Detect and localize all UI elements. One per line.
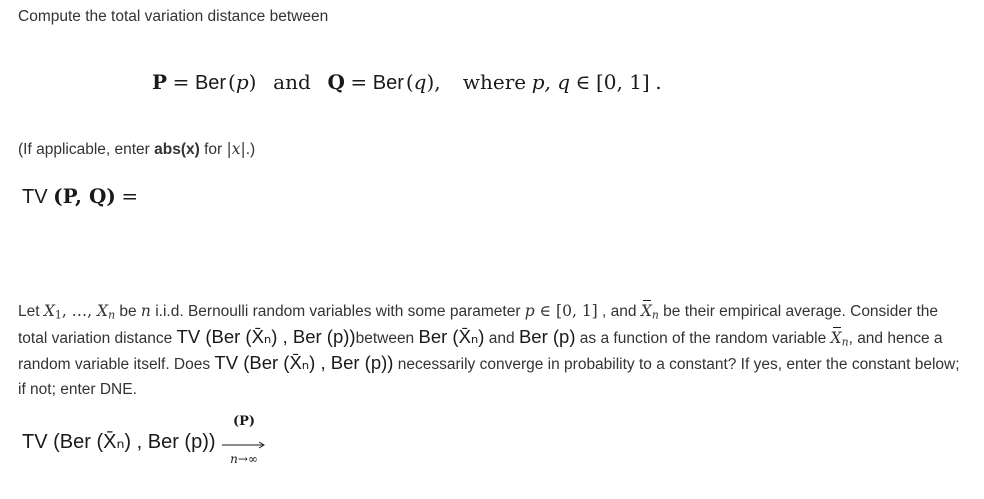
tv-equals: =	[121, 184, 139, 208]
tv-args: (P, Q)	[53, 184, 116, 208]
tv-expression-inline: TV (Ber (X̄ₙ) , Ber (p))	[176, 325, 356, 347]
where-vars: p, q	[531, 70, 571, 94]
equals-sign-2: =	[350, 70, 368, 94]
problem-paragraph: Let X1, …, Xn be n i.i.d. Bernoulli rand…	[18, 299, 968, 402]
convergence-label: (P)	[232, 414, 256, 429]
ber-label: Ber	[194, 72, 227, 94]
ber-label-2: Ber	[372, 72, 404, 94]
in-symbol: ∈	[575, 70, 591, 94]
distribution-definition: P = Ber (p) and Q = Ber (q), where p, q …	[152, 70, 662, 94]
input-hint: (If applicable, enter abs(x) for |x|.)	[18, 140, 256, 158]
p-symbol: P	[152, 70, 168, 94]
tv-question-2: TV (Ber (X̄ₙ) , Ber (p))	[22, 431, 216, 453]
q-symbol: Q	[327, 70, 345, 94]
limit-label: n→∞	[230, 452, 258, 466]
abs-expression: |x|	[226, 140, 246, 158]
tv-label: TV	[22, 186, 48, 208]
where-word: where	[462, 70, 527, 94]
abs-code: abs(x)	[154, 141, 200, 158]
tv-question-1: TV (P, Q) =	[22, 184, 138, 209]
right-arrow-icon	[222, 441, 265, 449]
equals-sign: =	[172, 70, 190, 94]
q-param: q	[413, 70, 427, 94]
problem-intro: Compute the total variation distance bet…	[18, 8, 329, 25]
and-word: and	[273, 70, 311, 94]
convergence-arrow: (P) n→∞	[218, 414, 270, 470]
p-param: p	[235, 70, 249, 94]
interval: [0, 1]	[595, 70, 650, 94]
